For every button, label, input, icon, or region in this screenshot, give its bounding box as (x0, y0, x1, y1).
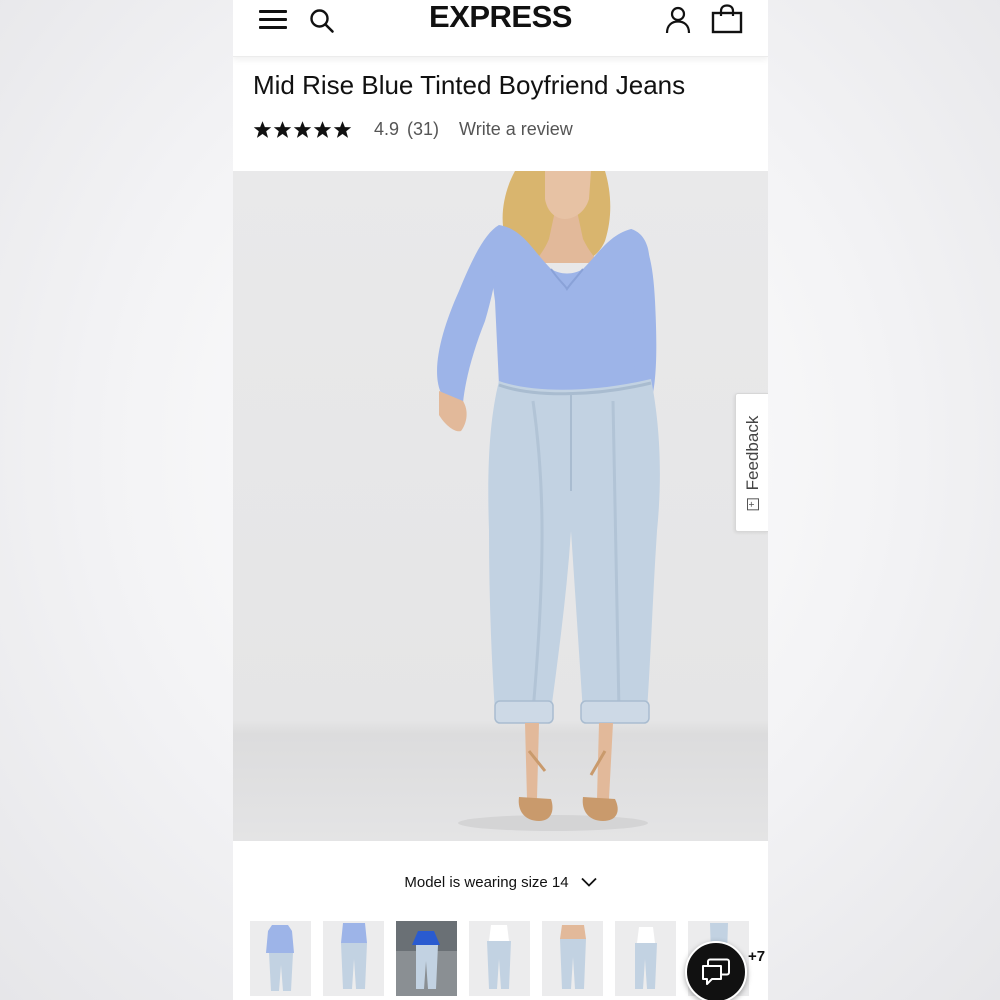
thumbnail[interactable] (469, 921, 530, 996)
rating-value: 4.9 (374, 118, 400, 139)
thumbnail[interactable] (615, 921, 676, 996)
chevron-down-icon (580, 877, 597, 887)
star-icon (293, 120, 312, 138)
product-image[interactable] (233, 171, 768, 841)
thumbnail[interactable] (396, 921, 457, 996)
site-header: EXPRESS (233, 0, 768, 57)
star-rating[interactable] (253, 120, 352, 139)
thumbnail[interactable] (542, 921, 603, 996)
account-icon[interactable] (665, 6, 691, 34)
review-count[interactable]: (31) (407, 119, 439, 140)
thumbnail[interactable] (323, 921, 384, 996)
write-review-link[interactable]: Write a review (459, 119, 573, 140)
chat-button[interactable] (685, 941, 747, 1000)
star-icon (333, 120, 352, 138)
shopping-bag-icon[interactable] (711, 4, 743, 34)
rating-row: 4.9 (31) Write a review (253, 117, 573, 141)
more-images-count[interactable]: +7 (748, 948, 765, 965)
model-photo (437, 171, 660, 831)
chat-bubbles-icon (702, 958, 730, 985)
feedback-tab[interactable]: + Feedback (735, 393, 768, 532)
model-size-text: Model is wearing size 14 (404, 873, 569, 891)
star-icon (273, 120, 292, 138)
feedback-label: Feedback (742, 415, 762, 490)
thumbnail[interactable] (250, 921, 311, 996)
model-size-toggle[interactable]: Model is wearing size 14 (233, 870, 768, 894)
star-icon (313, 120, 332, 138)
mobile-page: EXPRESS Mid Rise Blue Tinted Boyfriend J… (233, 0, 768, 1000)
product-title: Mid Rise Blue Tinted Boyfriend Jeans (253, 70, 686, 100)
star-icon (253, 120, 272, 138)
feedback-plus-icon: + (746, 497, 759, 510)
